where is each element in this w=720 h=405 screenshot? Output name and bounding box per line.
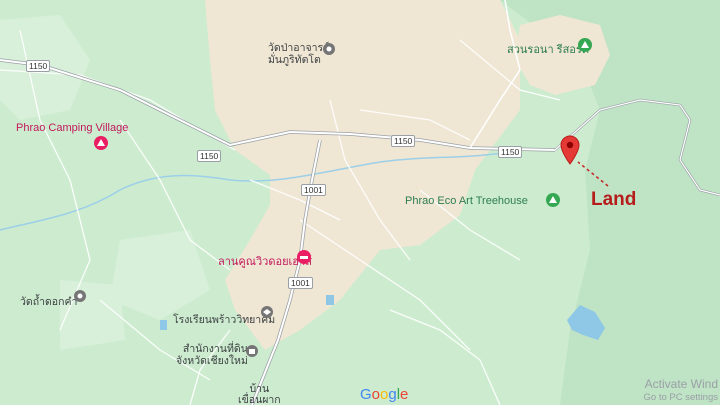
temple-icon[interactable] [322,42,336,56]
tent-icon[interactable] [93,135,109,151]
village-label: บ้าน เขื่อนผาก [238,383,281,405]
bed-icon[interactable] [296,249,312,265]
school-icon[interactable] [260,305,274,319]
poi-label-temple-west[interactable]: วัดถ้ำดอกคำ [20,293,77,310]
map-canvas[interactable]: 1150 1150 1150 1150 1001 1001 Phrao Camp… [0,0,720,405]
red-pin-icon[interactable] [559,135,581,165]
road-shield-1150-west: 1150 [26,60,51,72]
land-marker-label: Land [591,189,637,210]
poi-label-eco-art-treehouse[interactable]: Phrao Eco Art Treehouse [405,195,528,207]
poi-label-land-office[interactable]: สำนักงานที่ดิน จังหวัดเชียงใหม่ [176,343,248,367]
poi-label-temple-north[interactable]: วัดป่าอาจารย์ มั่นภูริทัตโต [268,42,329,66]
tent-icon[interactable] [577,37,593,53]
google-logo: Google [360,386,409,403]
poi-label-phrao-camping-village[interactable]: Phrao Camping Village [16,122,128,134]
road-shield-1001-south: 1001 [288,277,313,289]
government-icon[interactable] [245,344,259,358]
road-shield-1150-east: 1150 [498,146,523,158]
activation-watermark-title: Activate Wind [644,377,718,391]
road-shield-1150-center: 1150 [391,135,416,147]
activation-watermark-subtitle: Go to PC settings [643,392,718,403]
road-shield-1001-north: 1001 [301,184,326,196]
temple-icon[interactable] [73,289,87,303]
road-shield-1150-center-west: 1150 [197,150,222,162]
tent-icon[interactable] [545,192,561,208]
